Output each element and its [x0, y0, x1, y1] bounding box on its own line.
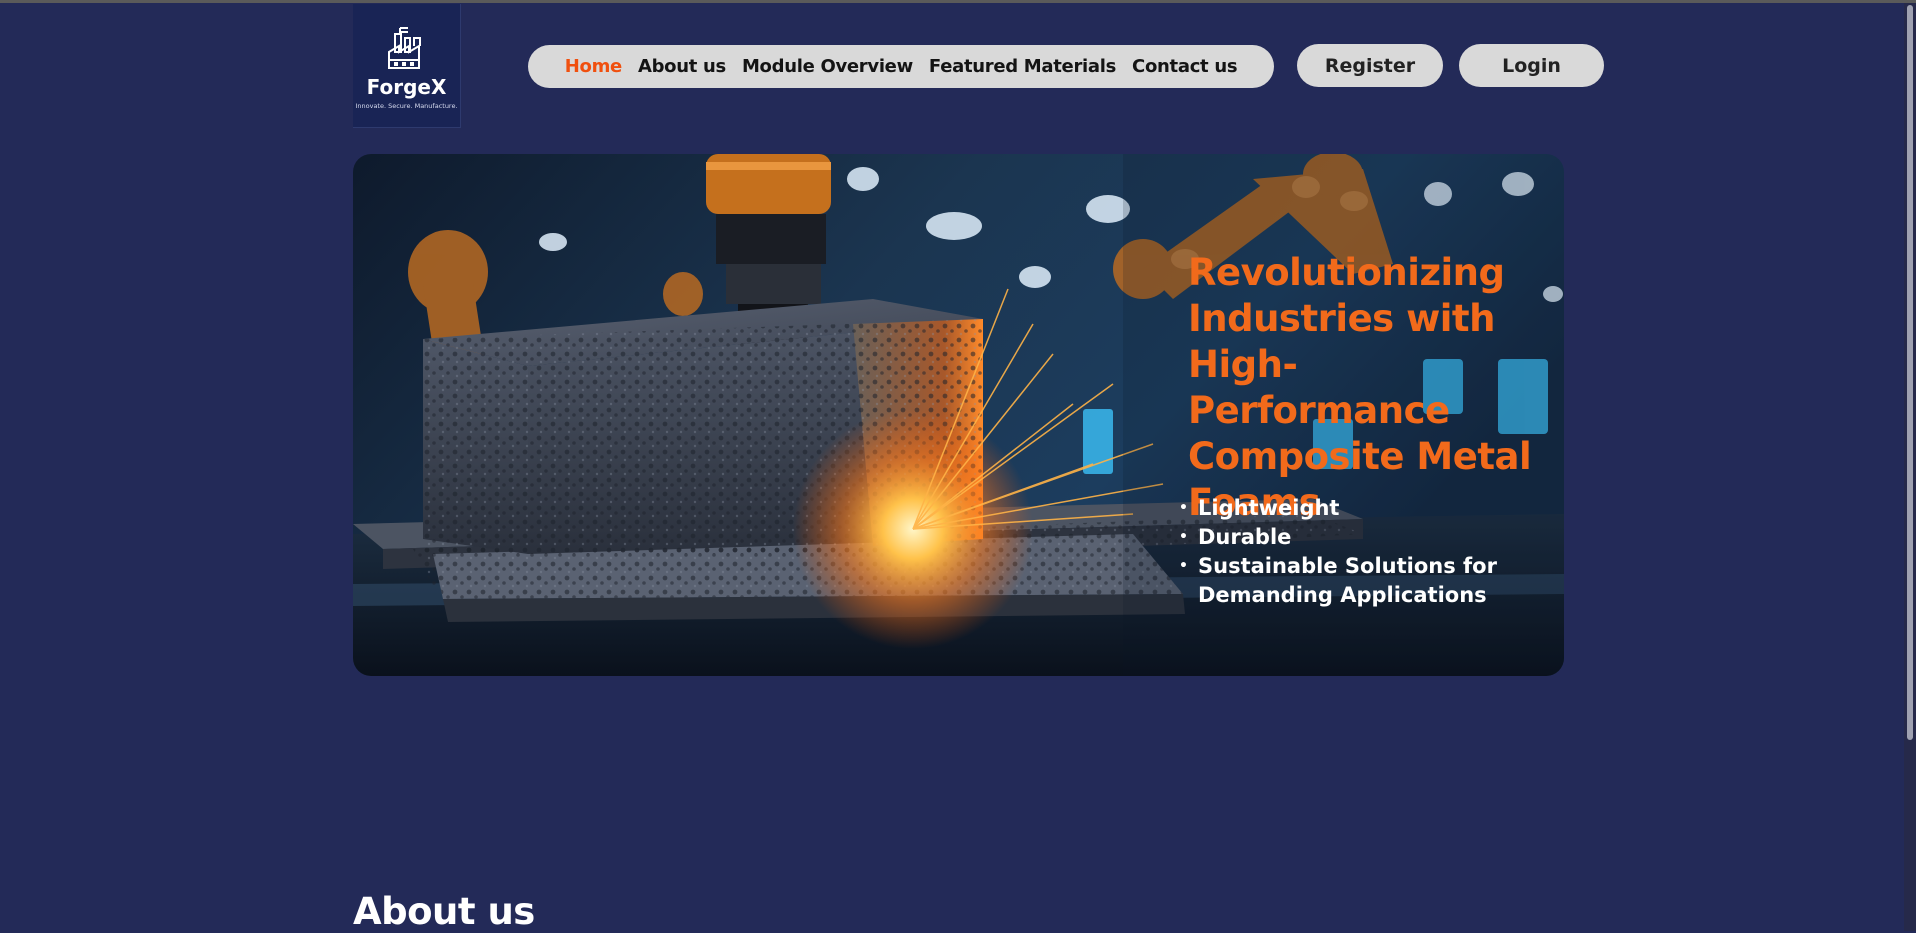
hero-banner: Revolutionizing Industries with High-Per…	[353, 154, 1564, 676]
factory-icon	[388, 27, 421, 69]
login-button[interactable]: Login	[1459, 44, 1604, 87]
brand-tagline: Innovate. Secure. Manufacture.	[355, 102, 458, 110]
page-scrollbar[interactable]	[1904, 3, 1916, 931]
main-nav: Home About us Module Overview Featured M…	[528, 45, 1274, 88]
scrollbar-thumb[interactable]	[1907, 5, 1913, 740]
nav-contact-us[interactable]: Contact us	[1132, 56, 1238, 77]
hero-feature-list: Lightweight Durable Sustainable Solution…	[1179, 494, 1539, 610]
register-button[interactable]: Register	[1297, 44, 1443, 87]
window-top-border	[0, 0, 1916, 3]
hero-bullet-durable: Durable	[1179, 523, 1539, 552]
nav-featured-materials[interactable]: Featured Materials	[929, 56, 1116, 77]
hero-bullet-sustainable: Sustainable Solutions for Demanding Appl…	[1179, 552, 1539, 610]
about-section-heading: About us	[353, 890, 535, 933]
hero-bullet-lightweight: Lightweight	[1179, 494, 1539, 523]
nav-home[interactable]: Home	[565, 56, 623, 77]
hero-title: Revolutionizing Industries with High-Per…	[1188, 251, 1532, 524]
brand-name: ForgeX	[366, 75, 447, 99]
brand-logo[interactable]: ForgeX Innovate. Secure. Manufacture.	[353, 4, 461, 128]
nav-about-us[interactable]: About us	[638, 56, 726, 77]
nav-module-overview[interactable]: Module Overview	[742, 56, 913, 77]
